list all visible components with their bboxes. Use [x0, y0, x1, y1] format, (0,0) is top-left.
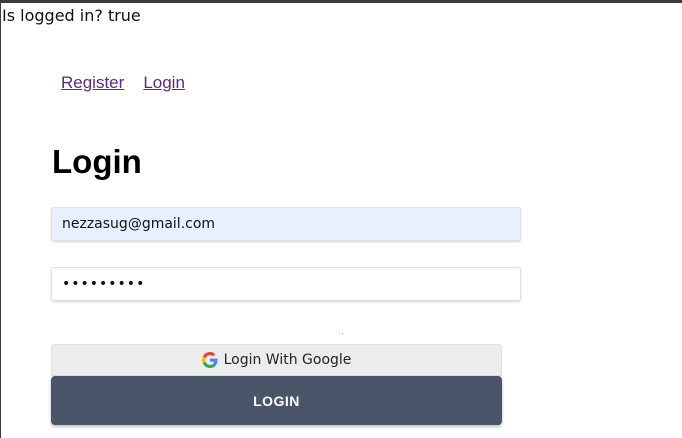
login-status-text: Is logged in? true — [2, 6, 141, 25]
nav-login-link[interactable]: Login — [143, 73, 185, 93]
page-title: Login — [52, 143, 142, 180]
google-login-label: Login With Google — [223, 352, 352, 368]
google-login-button[interactable]: Login With Google — [51, 344, 502, 376]
login-submit-button[interactable]: LOGIN — [51, 376, 502, 425]
email-input[interactable] — [51, 207, 521, 241]
top-nav: Register Login — [61, 73, 185, 93]
password-input[interactable] — [51, 267, 521, 301]
google-g-icon — [201, 352, 218, 368]
divider-dot — [342, 333, 343, 334]
nav-register-link[interactable]: Register — [61, 73, 124, 93]
